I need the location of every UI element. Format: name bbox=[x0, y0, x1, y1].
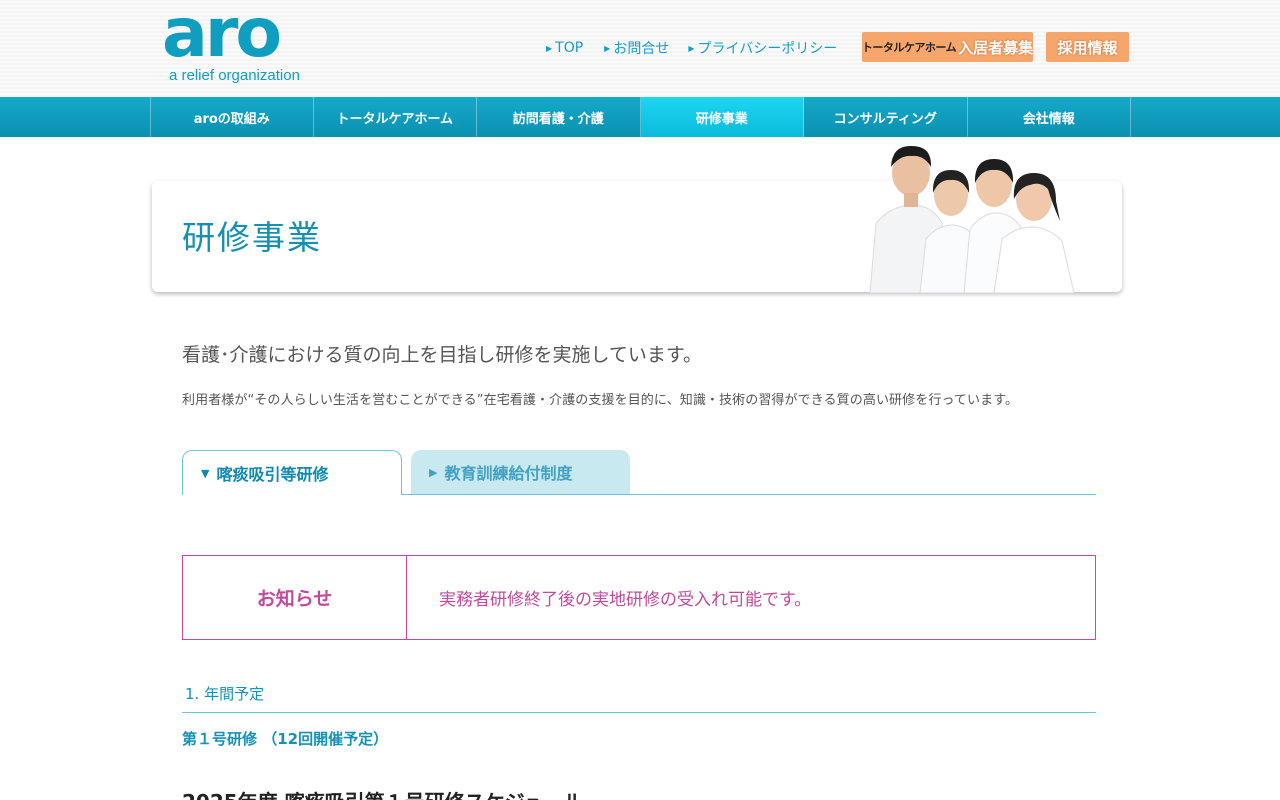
nav-item-total-care-home[interactable]: トータルケアホーム bbox=[314, 97, 477, 137]
nav-item-training[interactable]: 研修事業 bbox=[640, 97, 804, 137]
privacy-policy-link-label: プライバシーポリシー bbox=[697, 41, 838, 57]
logo-tagline: a relief organization bbox=[169, 67, 300, 84]
nav-item-consulting[interactable]: コンサルティング bbox=[804, 97, 968, 137]
page-title: 研修事業 bbox=[182, 218, 322, 257]
notice-text: 実務者研修終了後の実地研修の受入れ可能です。 bbox=[439, 590, 812, 610]
notice-box: お知らせ 実務者研修終了後の実地研修の受入れ可能です。 bbox=[182, 555, 1096, 640]
tab-label: 喀痰吸引等研修 bbox=[216, 465, 329, 484]
triangle-right-icon: ▶ bbox=[604, 43, 611, 53]
tab-education-benefit[interactable]: ▶ 教育訓練給付制度 bbox=[411, 450, 630, 494]
site-logo[interactable]: aro a relief organization bbox=[162, 0, 312, 90]
nav-item-home-nursing[interactable]: 訪問看護・介護 bbox=[477, 97, 641, 137]
contact-link-label: お問合せ bbox=[613, 41, 670, 57]
tab-label: 教育訓練給付制度 bbox=[444, 464, 573, 483]
top-link[interactable]: ▶ TOP bbox=[546, 38, 583, 58]
global-nav: aroの取組み トータルケアホーム 訪問看護・介護 研修事業 コンサルティング … bbox=[0, 97, 1280, 137]
section-subheading: 第１号研修 （12回開催予定） bbox=[182, 730, 389, 748]
contact-link[interactable]: ▶ お問合せ bbox=[604, 38, 669, 58]
lead-heading: 看護･介護における質の向上を目指し研修を実施しています。 bbox=[182, 344, 703, 366]
privacy-policy-link[interactable]: ▶ プライバシーポリシー bbox=[688, 38, 837, 58]
medical-staff-illustration bbox=[869, 145, 1075, 293]
section-divider bbox=[182, 712, 1096, 713]
lead-text: 利用者様が“その人らしい生活を営むことができる”在宅看護・介護の支援を目的に、知… bbox=[182, 393, 1019, 408]
resident-recruitment-label: 入居者募集 bbox=[958, 38, 1034, 57]
nav-item-aro-initiatives[interactable]: aroの取組み bbox=[150, 97, 314, 137]
header-links: ▶ TOP ▶ お問合せ ▶ プライバシーポリシー bbox=[546, 38, 857, 58]
notice-label: お知らせ bbox=[183, 556, 407, 639]
triangle-right-icon: ▶ bbox=[688, 43, 695, 53]
triangle-down-icon: ▼ bbox=[201, 466, 210, 480]
recruit-info-button[interactable]: 採用情報 bbox=[1046, 32, 1129, 62]
site-header: aro a relief organization ▶ TOP ▶ お問合せ ▶… bbox=[0, 0, 1280, 97]
resident-recruitment-sub: トータルケアホーム bbox=[861, 41, 957, 54]
top-link-label: TOP bbox=[555, 40, 584, 56]
triangle-right-icon: ▶ bbox=[429, 465, 438, 479]
resident-recruitment-button[interactable]: トータルケアホーム 入居者募集 bbox=[862, 32, 1033, 62]
tab-tan-kyuin-training[interactable]: ▼ 喀痰吸引等研修 bbox=[182, 450, 402, 495]
triangle-right-icon: ▶ bbox=[546, 43, 553, 53]
section-heading: 1. 年間予定 bbox=[185, 685, 265, 703]
nav-item-company-info[interactable]: 会社情報 bbox=[968, 97, 1131, 137]
logo-wordmark: aro bbox=[162, 0, 282, 73]
schedule-title: 2025年度 喀痰吸引第１号研修スケジュール bbox=[182, 786, 583, 800]
